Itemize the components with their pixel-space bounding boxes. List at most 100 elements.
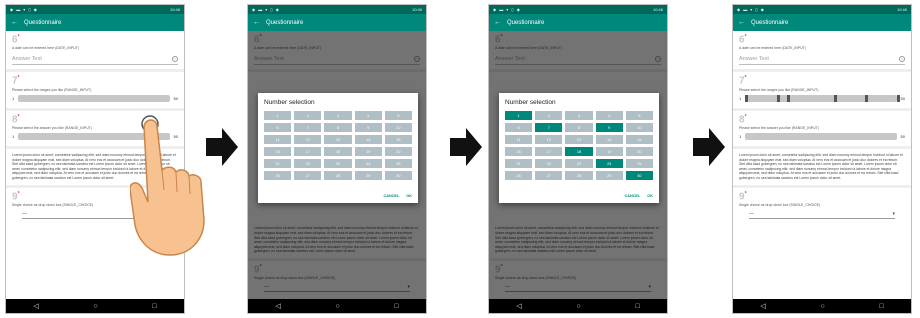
number-option-22[interactable]: 22 — [294, 159, 322, 168]
number-option-23[interactable]: 23 — [565, 159, 593, 168]
number-option-16[interactable]: 16 — [264, 147, 292, 156]
number-option-10[interactable]: 10 — [384, 123, 412, 132]
number-option-13[interactable]: 13 — [324, 135, 352, 144]
question-card-8: 8* Please select the answer you like (RA… — [733, 111, 911, 149]
number-option-29[interactable]: 29 — [595, 171, 623, 180]
nav-back-icon[interactable]: ◁ — [275, 302, 280, 310]
number-option-11[interactable]: 11 — [505, 135, 533, 144]
number-option-2[interactable]: 2 — [535, 111, 563, 120]
number-option-9[interactable]: 9 — [354, 123, 382, 132]
number-option-22[interactable]: 22 — [535, 159, 563, 168]
number-option-10[interactable]: 10 — [625, 123, 653, 132]
number-option-16[interactable]: 16 — [505, 147, 533, 156]
ok-button[interactable]: OK — [647, 194, 653, 198]
number-option-15[interactable]: 15 — [625, 135, 653, 144]
number-option-5[interactable]: 5 — [384, 111, 412, 120]
number-option-26[interactable]: 26 — [264, 171, 292, 180]
range-slider[interactable]: 1 50 — [12, 94, 178, 102]
nav-home-icon[interactable]: ○ — [820, 303, 824, 310]
number-option-26[interactable]: 26 — [505, 171, 533, 180]
nav-recent-icon[interactable]: □ — [152, 303, 156, 310]
number-option-5[interactable]: 5 — [625, 111, 653, 120]
number-option-4[interactable]: 4 — [354, 111, 382, 120]
number-option-3[interactable]: 3 — [324, 111, 352, 120]
nav-home-icon[interactable]: ○ — [576, 303, 580, 310]
cancel-button[interactable]: CANCEL — [624, 194, 640, 198]
number-option-25[interactable]: 25 — [384, 159, 412, 168]
answer-text-field[interactable]: Answer Text• — [739, 53, 905, 66]
question-card-6: 6* A date can be entered here (DATE_INPU… — [733, 31, 911, 73]
status-icons: ◆ ▬ ▾ ▯ ◆ — [493, 7, 521, 12]
number-option-25[interactable]: 25 — [625, 159, 653, 168]
number-option-20[interactable]: 20 — [625, 147, 653, 156]
number-option-17[interactable]: 17 — [294, 147, 322, 156]
number-option-30[interactable]: 30 — [384, 171, 412, 180]
range-slider[interactable]: 1 50 — [739, 132, 905, 140]
questionnaire-content: 6* A date can be entered here (DATE_INPU… — [248, 31, 426, 301]
calendar-icon[interactable]: • — [172, 56, 178, 63]
number-option-15[interactable]: 15 — [384, 135, 412, 144]
number-option-1[interactable]: 1 — [264, 111, 292, 120]
number-option-11[interactable]: 11 — [264, 135, 292, 144]
number-option-19[interactable]: 19 — [354, 147, 382, 156]
nav-home-icon[interactable]: ○ — [93, 303, 97, 310]
number-option-1[interactable]: 1 — [505, 111, 533, 120]
number-option-18[interactable]: 18 — [324, 147, 352, 156]
number-option-21[interactable]: 21 — [505, 159, 533, 168]
number-option-14[interactable]: 14 — [595, 135, 623, 144]
number-option-28[interactable]: 28 — [565, 171, 593, 180]
number-option-7[interactable]: 7 — [535, 123, 563, 132]
range-track[interactable] — [745, 132, 897, 140]
number-option-13[interactable]: 13 — [565, 135, 593, 144]
nav-recent-icon[interactable]: □ — [635, 303, 639, 310]
number-option-3[interactable]: 3 — [565, 111, 593, 120]
number-option-14[interactable]: 14 — [354, 135, 382, 144]
calendar-icon[interactable]: • — [899, 56, 905, 63]
question-number: 7* — [739, 75, 747, 87]
number-option-9[interactable]: 9 — [595, 123, 623, 132]
number-option-12[interactable]: 12 — [535, 135, 563, 144]
number-option-28[interactable]: 28 — [324, 171, 352, 180]
ok-button[interactable]: OK — [406, 194, 412, 198]
number-option-29[interactable]: 29 — [354, 171, 382, 180]
number-option-27[interactable]: 27 — [535, 171, 563, 180]
arrow-left-icon[interactable]: ← — [11, 19, 18, 26]
nav-recent-icon[interactable]: □ — [394, 303, 398, 310]
number-grid: 1 2 3 4 5 6 7 8 9 10 11 12 13 14 15 16 17 18 19 20 21 22 23 24 2… — [264, 111, 412, 180]
arrow-left-icon[interactable]: ← — [738, 19, 745, 26]
nav-back-icon[interactable]: ◁ — [33, 302, 38, 310]
number-option-21[interactable]: 21 — [264, 159, 292, 168]
info-text: Lorem ipsum dolor sit amet, consetetur s… — [733, 149, 911, 188]
single-choice-dropdown[interactable]: —▾ — [749, 211, 895, 219]
number-option-6[interactable]: 6 — [505, 123, 533, 132]
number-option-8[interactable]: 8 — [565, 123, 593, 132]
number-option-17[interactable]: 17 — [535, 147, 563, 156]
number-option-19[interactable]: 19 — [595, 147, 623, 156]
number-option-27[interactable]: 27 — [294, 171, 322, 180]
nav-back-icon[interactable]: ◁ — [760, 302, 765, 310]
number-option-30[interactable]: 30 — [625, 171, 653, 180]
question-card-9: 9* Single choice as drop down box (SINGL… — [733, 188, 911, 223]
number-option-6[interactable]: 6 — [264, 123, 292, 132]
answer-text-field[interactable]: Answer Text• — [12, 53, 178, 66]
cancel-button[interactable]: CANCEL — [383, 194, 399, 198]
number-option-8[interactable]: 8 — [324, 123, 352, 132]
selected-range-mark — [865, 94, 869, 102]
number-option-24[interactable]: 24 — [354, 159, 382, 168]
arrow-left-icon[interactable]: ← — [253, 19, 260, 26]
nav-home-icon[interactable]: ○ — [335, 303, 339, 310]
number-option-24[interactable]: 24 — [595, 159, 623, 168]
number-option-7[interactable]: 7 — [294, 123, 322, 132]
nav-back-icon[interactable]: ◁ — [516, 302, 521, 310]
range-track-selected[interactable] — [745, 94, 900, 102]
range-track[interactable] — [18, 94, 170, 102]
number-option-2[interactable]: 2 — [294, 111, 322, 120]
number-option-23[interactable]: 23 — [324, 159, 352, 168]
range-slider[interactable]: 1 50 — [739, 94, 905, 102]
nav-recent-icon[interactable]: □ — [879, 303, 883, 310]
number-option-20[interactable]: 20 — [384, 147, 412, 156]
number-option-4[interactable]: 4 — [595, 111, 623, 120]
arrow-left-icon[interactable]: ← — [494, 19, 501, 26]
number-option-18[interactable]: 18 — [565, 147, 593, 156]
number-option-12[interactable]: 12 — [294, 135, 322, 144]
